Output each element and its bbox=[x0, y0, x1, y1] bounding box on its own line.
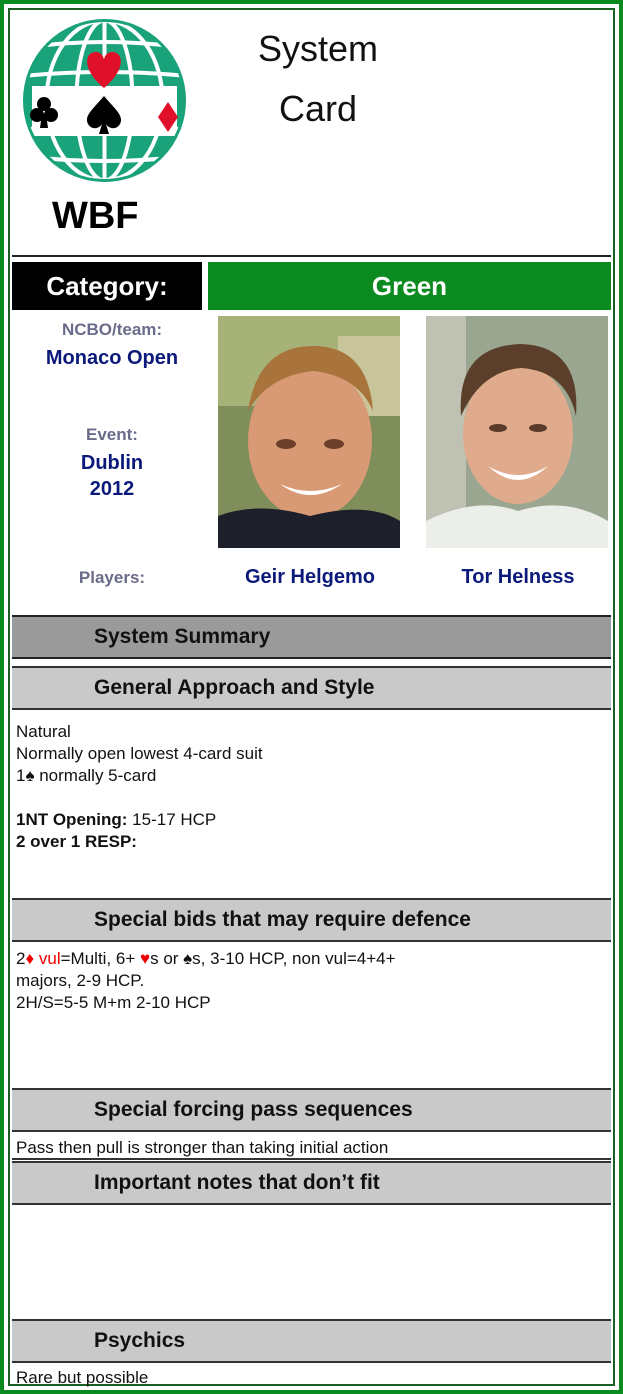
player2-name: Tor Helness bbox=[461, 566, 575, 588]
general-line1: Natural bbox=[16, 722, 71, 741]
general-approach-body: Natural Normally open lowest 4-card suit… bbox=[16, 721, 606, 853]
player1-name: Geir Helgemo bbox=[244, 566, 376, 588]
category-value: Green bbox=[208, 262, 611, 310]
header-divider bbox=[12, 255, 611, 257]
general-approach-header: General Approach and Style bbox=[12, 666, 611, 710]
psychics-body: Rare but possible bbox=[16, 1368, 149, 1387]
nt-opening: 1NT Opening: 15-17 HCP bbox=[16, 810, 217, 829]
event-label: Event: bbox=[86, 425, 138, 444]
ncbo-value: Monaco Open bbox=[45, 347, 179, 369]
page-title-line1: System bbox=[257, 28, 379, 69]
event-line1: Dublin bbox=[80, 452, 144, 474]
forcing-pass-body: Pass then pull is stronger than taking i… bbox=[16, 1138, 389, 1157]
general-line2: Normally open lowest 4-card suit bbox=[16, 744, 263, 763]
page-title-line2: Card bbox=[278, 88, 358, 129]
forcing-pass-divider bbox=[12, 1158, 611, 1160]
spade-bid: 1♠ bbox=[16, 766, 35, 785]
notes-header: Important notes that don’t fit bbox=[12, 1161, 611, 1205]
special-bids-title: Special bids that may require defence bbox=[94, 908, 471, 931]
notes-title: Important notes that don’t fit bbox=[94, 1171, 380, 1194]
player2-photo bbox=[426, 316, 608, 548]
psychics-header: Psychics bbox=[12, 1319, 611, 1363]
players-label: Players: bbox=[78, 568, 146, 587]
wbf-globe-logo bbox=[23, 19, 186, 182]
special-bids-body: 2♦ vul=Multi, 6+ ♥s or ♠s, 3-10 HCP, non… bbox=[16, 949, 396, 1012]
system-summary-bar: System Summary bbox=[12, 615, 611, 659]
forcing-pass-title: Special forcing pass sequences bbox=[94, 1098, 413, 1121]
player1-photo bbox=[218, 316, 400, 548]
category-label: Category: bbox=[12, 262, 202, 310]
heart-icon: ♥ bbox=[140, 949, 151, 968]
forcing-pass-header: Special forcing pass sequences bbox=[12, 1088, 611, 1132]
two-over-one: 2 over 1 RESP: bbox=[16, 832, 137, 851]
ncbo-label: NCBO/team: bbox=[61, 320, 163, 339]
wbf-logo-text: WBF bbox=[52, 195, 139, 237]
psychics-title: Psychics bbox=[94, 1329, 186, 1352]
special-bids-header: Special bids that may require defence bbox=[12, 898, 611, 942]
diamond-icon: ♦ bbox=[25, 949, 35, 968]
system-summary-title: System Summary bbox=[94, 625, 271, 648]
general-approach-title: General Approach and Style bbox=[94, 676, 375, 699]
general-line3: 1♠ normally 5-card bbox=[16, 766, 157, 785]
event-line2: 2012 bbox=[89, 478, 135, 500]
